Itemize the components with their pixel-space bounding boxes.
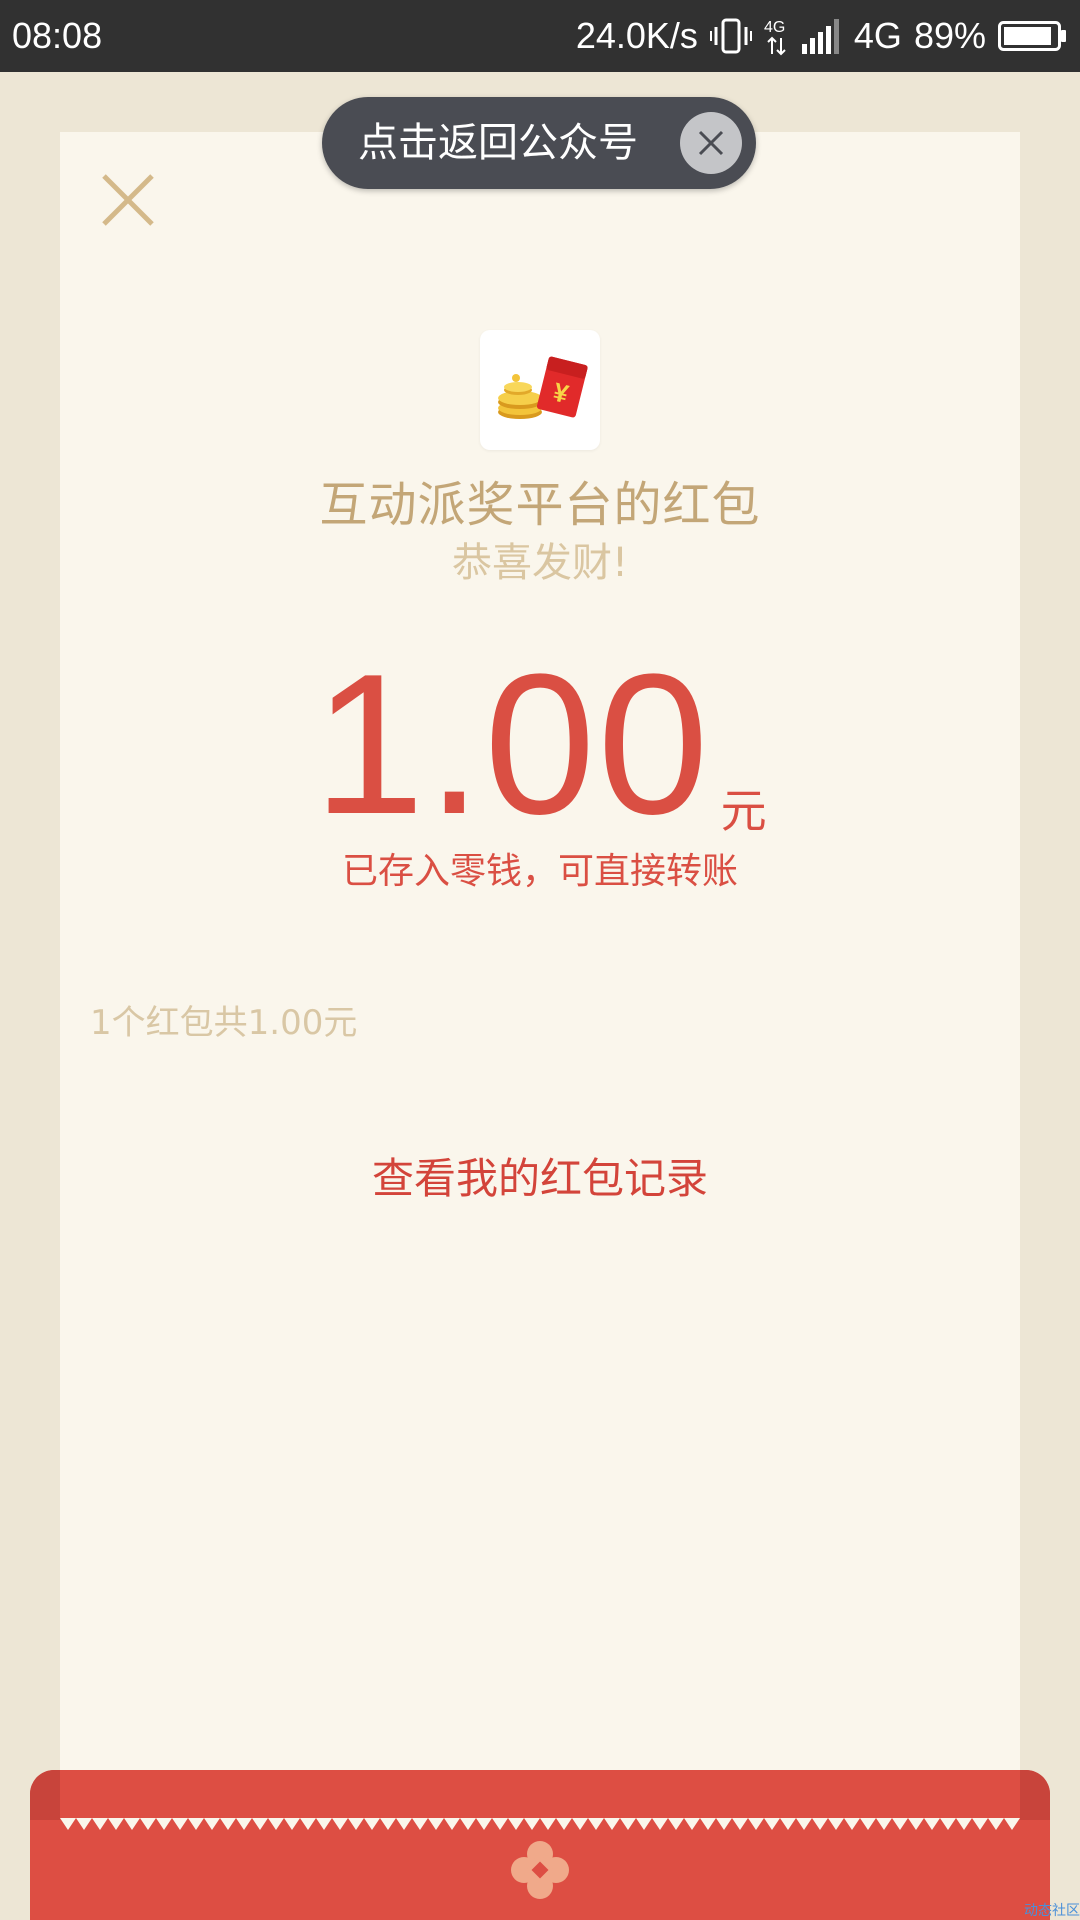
- vibrate-icon: [709, 18, 752, 54]
- svg-text:4G: 4G: [764, 19, 785, 36]
- amount: 1.00 元: [0, 633, 1080, 856]
- sender-name: 互动派奖平台的红包: [319, 477, 761, 533]
- battery-icon: [998, 20, 1068, 52]
- dismiss-pill-button[interactable]: [680, 112, 742, 174]
- sender-avatar: ¥: [480, 330, 600, 450]
- data-4g-icon: 4G: [764, 16, 790, 56]
- return-to-account-label: 点击返回公众号: [358, 120, 638, 166]
- deposit-note: 已存入零钱，可直接转账: [341, 851, 738, 892]
- status-time: 08:08: [12, 15, 103, 56]
- close-icon: [698, 130, 724, 156]
- red-packet-coins-icon: ¥: [498, 356, 588, 419]
- zigzag-edge: [60, 1818, 1020, 1830]
- packet-summary: 1个红包共1.00元: [90, 1003, 358, 1043]
- view-records-container: 查看我的红包记录: [0, 1145, 1080, 1206]
- view-records-link[interactable]: 查看我的红包记录: [372, 1154, 708, 1203]
- network-type: 4G: [853, 15, 902, 56]
- battery-percent: 89%: [913, 15, 986, 56]
- signal-icon: [801, 18, 842, 54]
- close-icon[interactable]: [100, 172, 156, 228]
- watermark: 动态社区: [1024, 1903, 1080, 1919]
- status-indicators: 24.0K/s 4G 4G 89%: [576, 0, 1068, 72]
- status-bar: 08:08 24.0K/s 4G 4G 89%: [0, 0, 1080, 72]
- flower-ornament-icon: [510, 1840, 570, 1900]
- amount-value: 1.00: [313, 633, 711, 856]
- envelope-edge-right: [1020, 1770, 1050, 1820]
- blessing-text: 恭喜发财!: [451, 540, 629, 586]
- net-speed: 24.0K/s: [575, 15, 698, 56]
- amount-unit: 元: [720, 784, 767, 838]
- return-to-account-button[interactable]: 点击返回公众号: [322, 97, 756, 189]
- envelope-edge-left: [30, 1770, 60, 1820]
